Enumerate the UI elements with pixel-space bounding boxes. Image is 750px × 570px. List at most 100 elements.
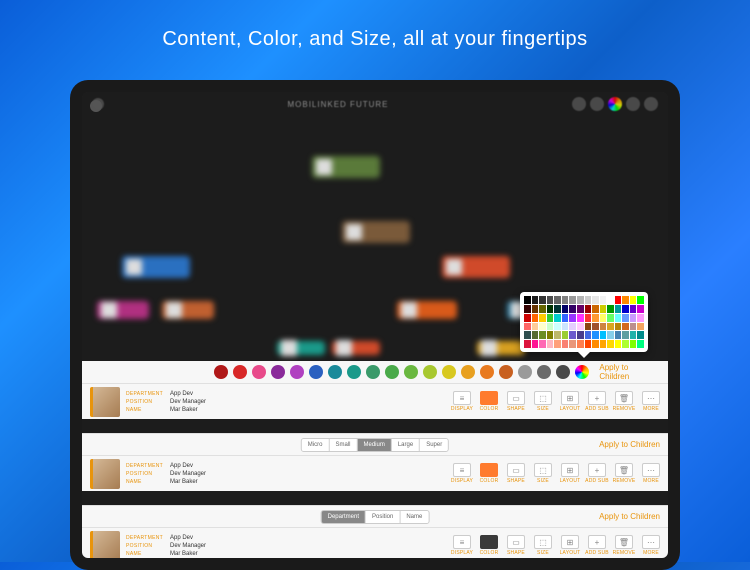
color-cell[interactable] — [630, 314, 637, 322]
color-cell[interactable] — [637, 314, 644, 322]
display-button[interactable]: ≡DISPLAY — [449, 391, 475, 412]
color-button[interactable]: COLOR — [476, 391, 502, 412]
org-node[interactable] — [122, 256, 190, 278]
org-node[interactable] — [477, 341, 525, 355]
color-cell[interactable] — [539, 314, 546, 322]
color-cell[interactable] — [532, 340, 539, 348]
color-cell[interactable] — [524, 340, 531, 348]
color-cell[interactable] — [547, 305, 554, 313]
print-icon[interactable] — [572, 97, 586, 111]
color-cell[interactable] — [532, 323, 539, 331]
palette-swatch[interactable] — [328, 365, 342, 379]
color-cell[interactable] — [592, 296, 599, 304]
color-cell[interactable] — [592, 323, 599, 331]
color-cell[interactable] — [600, 305, 607, 313]
name-value[interactable]: Mar Baker — [170, 407, 198, 413]
color-cell[interactable] — [524, 323, 531, 331]
color-cell[interactable] — [630, 340, 637, 348]
color-cell[interactable] — [592, 314, 599, 322]
color-cell[interactable] — [524, 314, 531, 322]
color-cell[interactable] — [562, 340, 569, 348]
color-button[interactable]: COLOR — [476, 535, 502, 556]
color-cell[interactable] — [622, 314, 629, 322]
org-node[interactable] — [397, 301, 457, 319]
color-cell[interactable] — [547, 296, 554, 304]
color-cell[interactable] — [615, 314, 622, 322]
color-cell[interactable] — [600, 296, 607, 304]
segment-name[interactable]: Name — [400, 511, 428, 523]
color-cell[interactable] — [630, 296, 637, 304]
color-cell[interactable] — [554, 331, 561, 339]
color-theme-icon[interactable] — [608, 97, 622, 111]
shape-button[interactable]: ▭SHAPE — [503, 463, 529, 484]
color-cell[interactable] — [554, 296, 561, 304]
color-button[interactable]: COLOR — [476, 463, 502, 484]
remove-button[interactable]: 🗑REMOVE — [611, 391, 637, 412]
segment-medium[interactable]: Medium — [357, 439, 391, 451]
color-cell[interactable] — [600, 340, 607, 348]
org-node[interactable] — [97, 301, 149, 319]
color-cell[interactable] — [539, 340, 546, 348]
color-cell[interactable] — [554, 305, 561, 313]
color-cell[interactable] — [577, 305, 584, 313]
org-node[interactable] — [277, 341, 325, 355]
color-cell[interactable] — [539, 323, 546, 331]
custom-color-icon[interactable] — [575, 365, 589, 379]
more-button[interactable]: ⋯MORE — [638, 535, 664, 556]
color-cell[interactable] — [622, 323, 629, 331]
apply-to-children-link[interactable]: Apply to Children — [599, 440, 660, 449]
more-button[interactable]: ⋯MORE — [638, 463, 664, 484]
org-node[interactable] — [162, 301, 214, 319]
palette-swatch[interactable] — [366, 365, 380, 379]
color-cell[interactable] — [615, 340, 622, 348]
color-cell[interactable] — [554, 340, 561, 348]
color-cell[interactable] — [637, 296, 644, 304]
palette-swatch[interactable] — [309, 365, 323, 379]
color-cell[interactable] — [569, 305, 576, 313]
color-cell[interactable] — [637, 331, 644, 339]
color-cell[interactable] — [547, 340, 554, 348]
color-cell[interactable] — [592, 331, 599, 339]
share-icon[interactable] — [590, 97, 604, 111]
color-cell[interactable] — [562, 314, 569, 322]
color-cell[interactable] — [577, 331, 584, 339]
color-cell[interactable] — [600, 331, 607, 339]
display-button[interactable]: ≡DISPLAY — [449, 463, 475, 484]
color-cell[interactable] — [607, 331, 614, 339]
color-cell[interactable] — [569, 296, 576, 304]
palette-swatch[interactable] — [480, 365, 494, 379]
color-cell[interactable] — [554, 314, 561, 322]
apply-to-children-link[interactable]: Apply to Children — [599, 363, 660, 381]
org-node[interactable] — [342, 221, 410, 243]
color-cell[interactable] — [607, 323, 614, 331]
color-cell[interactable] — [554, 323, 561, 331]
color-cell[interactable] — [562, 305, 569, 313]
color-cell[interactable] — [547, 331, 554, 339]
color-cell[interactable] — [532, 331, 539, 339]
color-cell[interactable] — [630, 305, 637, 313]
color-cell[interactable] — [622, 296, 629, 304]
color-cell[interactable] — [615, 323, 622, 331]
palette-swatch[interactable] — [499, 365, 513, 379]
org-node[interactable] — [332, 341, 380, 355]
segment-large[interactable]: Large — [392, 439, 420, 451]
display-button[interactable]: ≡DISPLAY — [449, 535, 475, 556]
color-cell[interactable] — [569, 340, 576, 348]
dept-value[interactable]: App Dev — [170, 391, 193, 397]
color-cell[interactable] — [607, 296, 614, 304]
color-cell[interactable] — [622, 331, 629, 339]
palette-swatch[interactable] — [233, 365, 247, 379]
layout-button[interactable]: ⊞LAYOUT — [557, 391, 583, 412]
color-cell[interactable] — [637, 305, 644, 313]
color-cell[interactable] — [562, 331, 569, 339]
color-picker-popover[interactable] — [520, 292, 648, 352]
color-cell[interactable] — [622, 340, 629, 348]
palette-swatch[interactable] — [518, 365, 532, 379]
color-cell[interactable] — [630, 331, 637, 339]
size-button[interactable]: ⬚SIZE — [530, 391, 556, 412]
palette-swatch[interactable] — [214, 365, 228, 379]
org-node[interactable] — [312, 156, 380, 178]
color-cell[interactable] — [539, 296, 546, 304]
color-cell[interactable] — [592, 340, 599, 348]
position-value[interactable]: Dev Manager — [170, 399, 206, 405]
